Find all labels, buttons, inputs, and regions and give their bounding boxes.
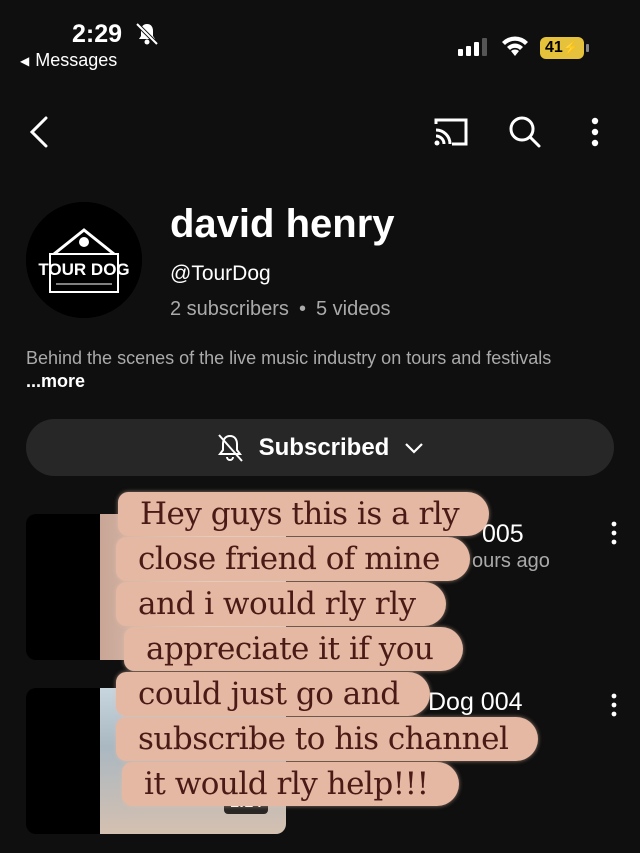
caption-line: subscribe to his channel: [116, 717, 539, 761]
channel-name: david henry: [170, 202, 395, 246]
video-more-button[interactable]: [604, 518, 624, 548]
svg-text:TOUR DOG: TOUR DOG: [38, 260, 129, 279]
video-meta: ours ago: [472, 550, 550, 572]
caption-line: could just go and: [116, 672, 430, 716]
chevron-down-icon: [405, 442, 424, 454]
vertical-dots-icon: [591, 117, 599, 147]
status-time: 2:29: [72, 20, 123, 48]
video-count: 5 videos: [315, 298, 391, 320]
notification-off-bell-icon: [217, 433, 243, 462]
search-icon: [509, 116, 541, 148]
tour-dog-logo: TOUR DOG: [26, 202, 142, 318]
caption-line: appreciate it if you: [124, 627, 464, 671]
battery-icon: 41 ⚡: [540, 37, 589, 59]
subscribed-label: Subscribed: [258, 433, 390, 461]
vertical-dots-icon: [611, 693, 617, 717]
caption-line: and i would rly rly: [116, 582, 446, 626]
back-to-messages-label: Messages: [35, 50, 118, 70]
cast-button[interactable]: [430, 112, 470, 152]
video-title: 005: [482, 520, 524, 548]
subscribed-button[interactable]: Subscribed: [26, 419, 614, 476]
cellular-signal-icon: [458, 38, 487, 56]
more-options-button[interactable]: [578, 112, 612, 152]
vertical-dots-icon: [611, 521, 617, 545]
back-to-messages[interactable]: ◀ Messages: [20, 50, 117, 71]
caption-line: close friend of mine: [116, 537, 470, 581]
channel-handle: @TourDog: [170, 262, 271, 285]
caption-line: Hey guys this is a rly: [118, 492, 490, 536]
back-button[interactable]: [24, 112, 58, 152]
video-more-button[interactable]: [604, 690, 624, 720]
search-button[interactable]: [505, 112, 545, 152]
wifi-icon: [500, 34, 530, 63]
channel-stats: 2 subscribers • 5 videos: [170, 298, 390, 321]
subscriber-count: 2 subscribers: [170, 298, 289, 320]
dot-separator: •: [298, 298, 306, 320]
cast-icon: [434, 118, 468, 146]
back-triangle-icon: ◀: [20, 53, 30, 68]
silent-bell-icon: [134, 21, 160, 52]
channel-avatar[interactable]: TOUR DOG: [26, 202, 142, 318]
channel-description[interactable]: Behind the scenes of the live music indu…: [26, 347, 586, 393]
description-more-link[interactable]: ...more: [26, 371, 85, 391]
description-text: Behind the scenes of the live music indu…: [26, 348, 552, 368]
caption-line: it would rly help!!!: [122, 762, 459, 806]
battery-level: 41: [545, 39, 563, 56]
chevron-left-icon: [29, 116, 48, 148]
video-title: Dog 004: [428, 688, 523, 716]
